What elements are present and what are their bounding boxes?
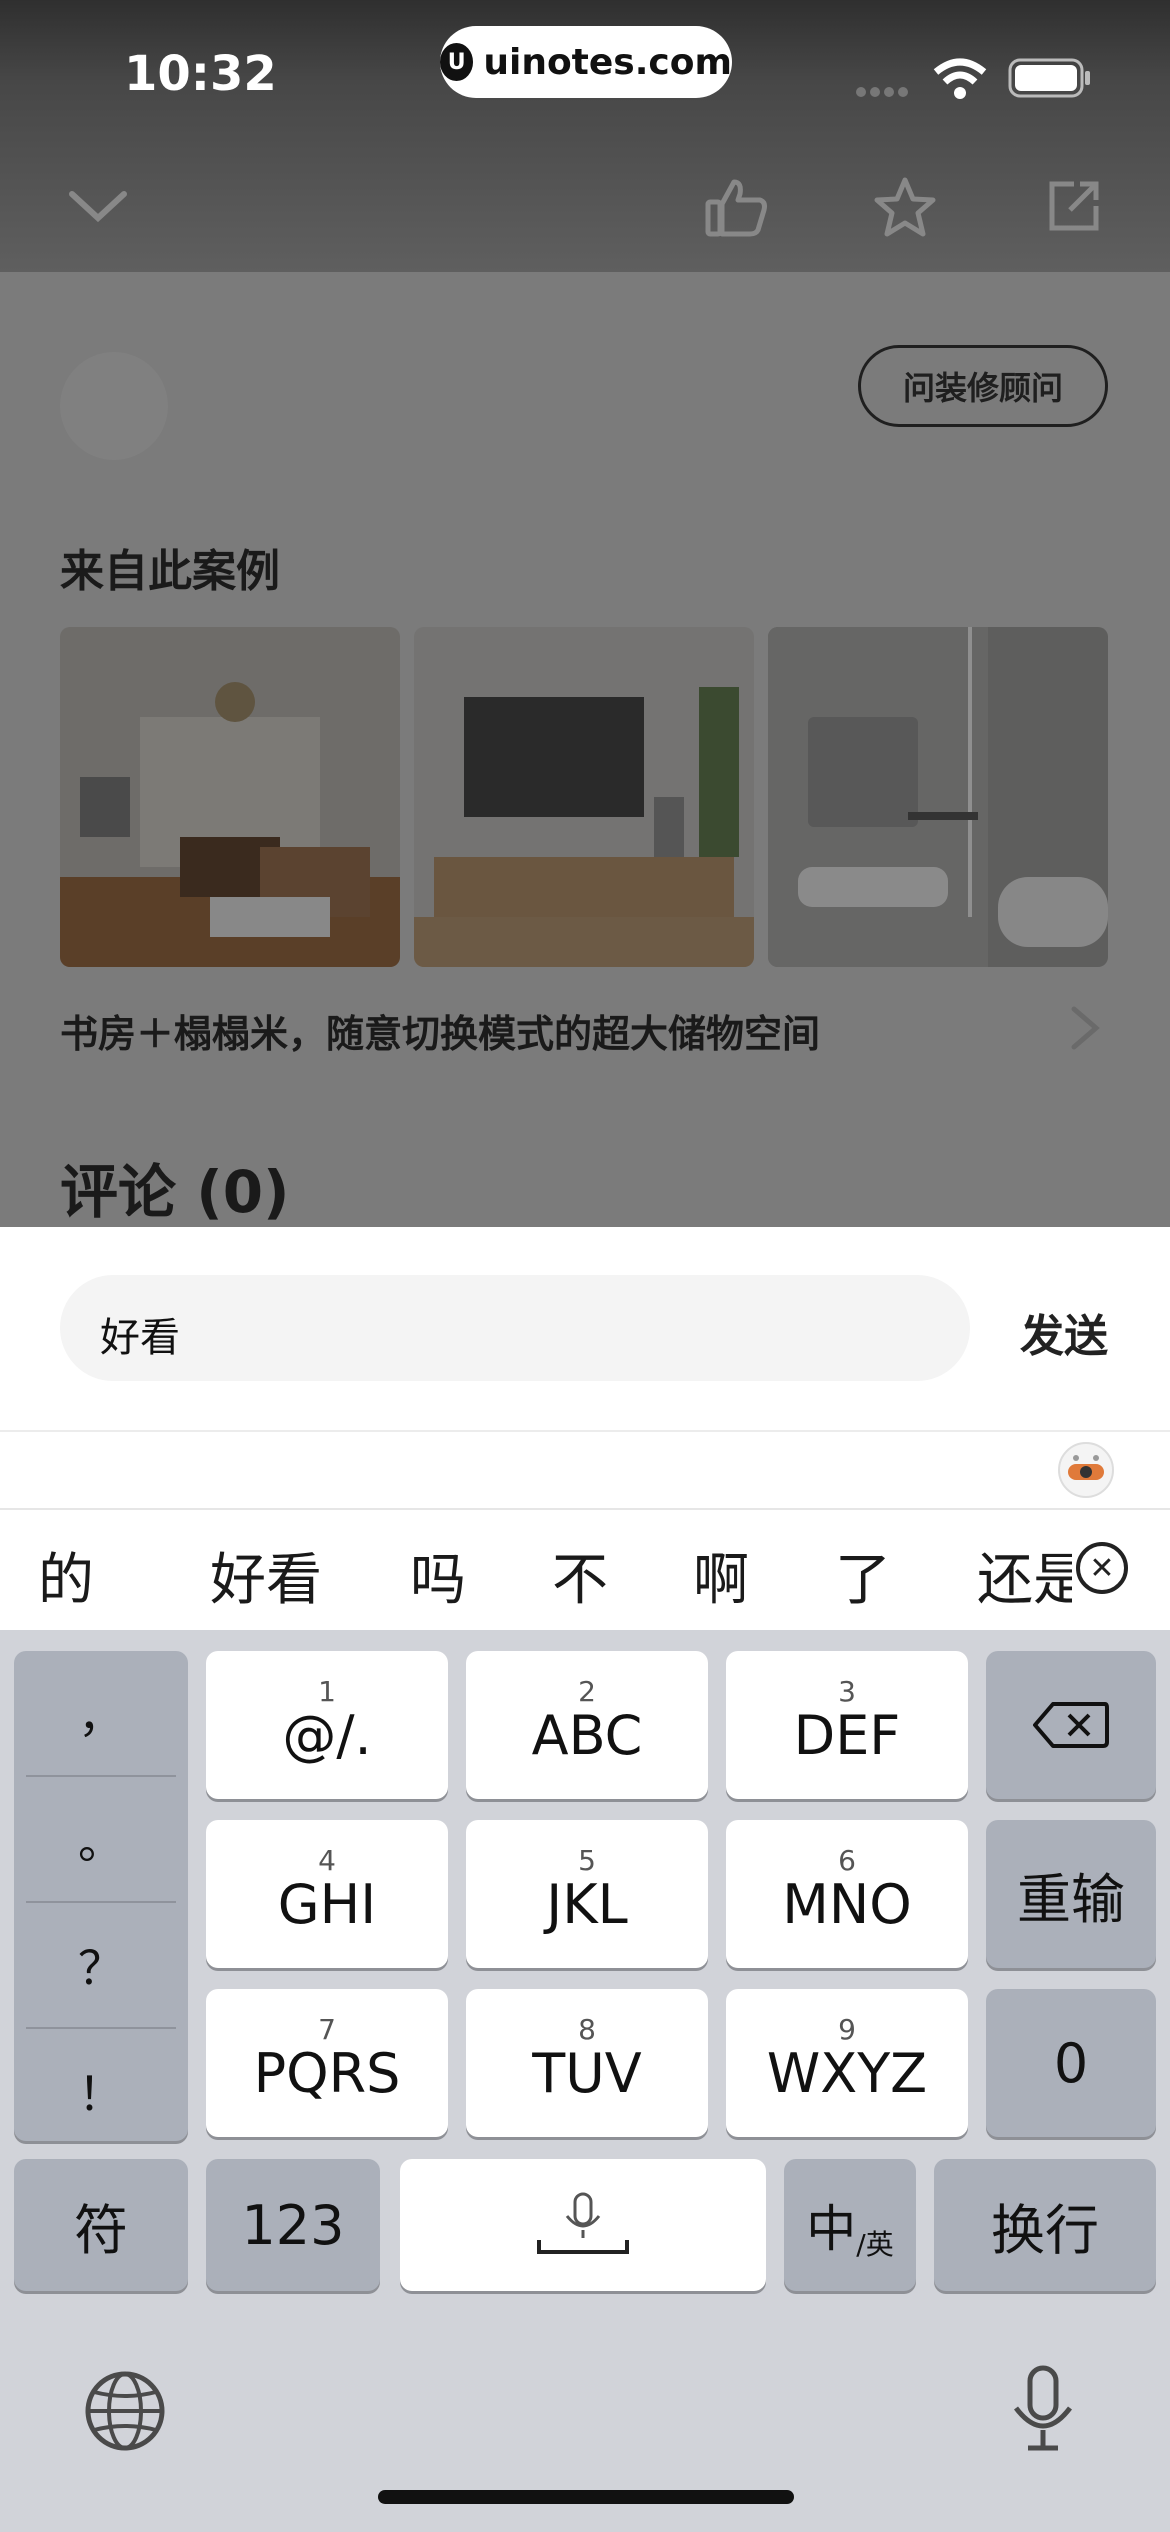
key-2[interactable]: 2 ABC [466,1651,708,1799]
key-label: 123 [241,2193,345,2257]
status-time: 10:32 [124,46,277,102]
delete-key[interactable] [986,1651,1156,1799]
case-photo-tv-wall[interactable] [414,627,754,967]
url-text: uinotes.com [483,41,732,83]
key-letters: ABC [531,1704,643,1768]
key-number: 8 [578,2013,596,2047]
divider [0,1430,1170,1432]
key-period[interactable]: 。 [14,1777,188,1901]
backspace-icon [1033,1702,1109,1748]
key-4[interactable]: 4 GHI [206,1820,448,1968]
ask-advisor-button[interactable]: 问装修顾问 [858,345,1108,427]
key-letters: JKL [546,1873,628,1937]
candidate-word[interactable]: 吗 [410,1535,466,1616]
comment-input-value: 好看 [100,1315,180,1361]
lang-main-label: 中 [806,2200,857,2258]
send-button[interactable]: 发送 [1020,1300,1108,1364]
key-3[interactable]: 3 DEF [726,1651,968,1799]
key-letters: TUV [532,2042,642,2106]
key-number: 9 [838,2013,856,2047]
key-letters: MNO [782,1873,912,1937]
key-6[interactable]: 6 MNO [726,1820,968,1968]
key-number: 5 [578,1844,596,1878]
candidate-word[interactable]: 还是 [977,1535,1072,1616]
divider [0,1508,1170,1510]
key-number: 2 [578,1675,596,1709]
candidate-word[interactable]: 不 [552,1535,608,1616]
key-label: 重输 [1017,1867,1125,1931]
key-9[interactable]: 9 WXYZ [726,1989,968,2137]
key-label: 符 [74,2198,128,2262]
key-0[interactable]: 0 [986,1989,1156,2137]
key-letters: DEF [793,1704,901,1768]
chevron-down-icon[interactable] [68,190,128,224]
key-number: 3 [838,1675,856,1709]
globe-icon[interactable] [84,2370,166,2456]
url-pill: U uinotes.com [440,26,732,98]
candidate-word[interactable]: 好看 [210,1535,322,1616]
key-label: 换行 [991,2198,1099,2262]
chevron-right-icon[interactable] [1070,1005,1100,1055]
key-label: 0 [1053,2031,1089,2095]
numbers-key[interactable]: 123 [206,2159,380,2291]
battery-icon [1008,58,1092,102]
share-icon[interactable] [1046,178,1102,234]
symbols-key[interactable]: 符 [14,2159,188,2291]
key-1[interactable]: 1 @/. [206,1651,448,1799]
star-icon[interactable] [873,176,937,238]
return-key[interactable]: 换行 [934,2159,1156,2291]
wifi-icon [932,58,988,104]
key-question[interactable]: ？ [14,1903,188,2027]
signal-icon [855,84,915,103]
candidate-word[interactable]: 啊 [693,1535,749,1616]
key-comma[interactable]: ， [14,1651,188,1775]
space-mic-icon [537,2192,629,2254]
key-number: 7 [318,2013,336,2047]
candidate-word[interactable]: 的 [38,1535,94,1616]
key-5[interactable]: 5 JKL [466,1820,708,1968]
key-letters: @/. [282,1704,372,1768]
close-candidates-icon[interactable]: ✕ [1076,1542,1128,1594]
key-number: 1 [318,1675,336,1709]
space-key[interactable] [400,2159,766,2291]
case-title[interactable]: 书房＋榻榻米，随意切换模式的超大储物空间 [60,1003,820,1058]
comments-header: 评论 (0) [60,1158,290,1226]
key-number: 6 [838,1844,856,1878]
language-key[interactable]: 中 /英 [784,2159,916,2291]
key-letters: WXYZ [766,2042,928,2106]
comment-input[interactable] [60,1275,970,1381]
site-logo-icon: U [440,43,474,81]
home-indicator [378,2490,794,2504]
reenter-key[interactable]: 重输 [986,1820,1156,1968]
section-title: 来自此案例 [60,546,280,597]
key-exclamation[interactable]: ！ [14,2029,188,2153]
keyboard-mascot-icon[interactable] [1056,1440,1116,1500]
key-number: 4 [318,1844,336,1878]
punctuation-column[interactable]: ， 。 ？ ！ [14,1651,188,2141]
key-7[interactable]: 7 PQRS [206,1989,448,2137]
key-8[interactable]: 8 TUV [466,1989,708,2137]
thumbs-up-icon[interactable] [704,178,768,238]
candidate-word[interactable]: 了 [835,1535,891,1616]
key-letters: GHI [277,1873,377,1937]
case-photo-living-room[interactable] [60,627,400,967]
key-letters: PQRS [253,2042,401,2106]
case-photo-bathroom[interactable] [768,627,1108,967]
dictation-mic-icon[interactable] [1008,2364,1078,2458]
author-avatar[interactable] [60,352,168,460]
lang-sub-label: /英 [856,2228,894,2261]
